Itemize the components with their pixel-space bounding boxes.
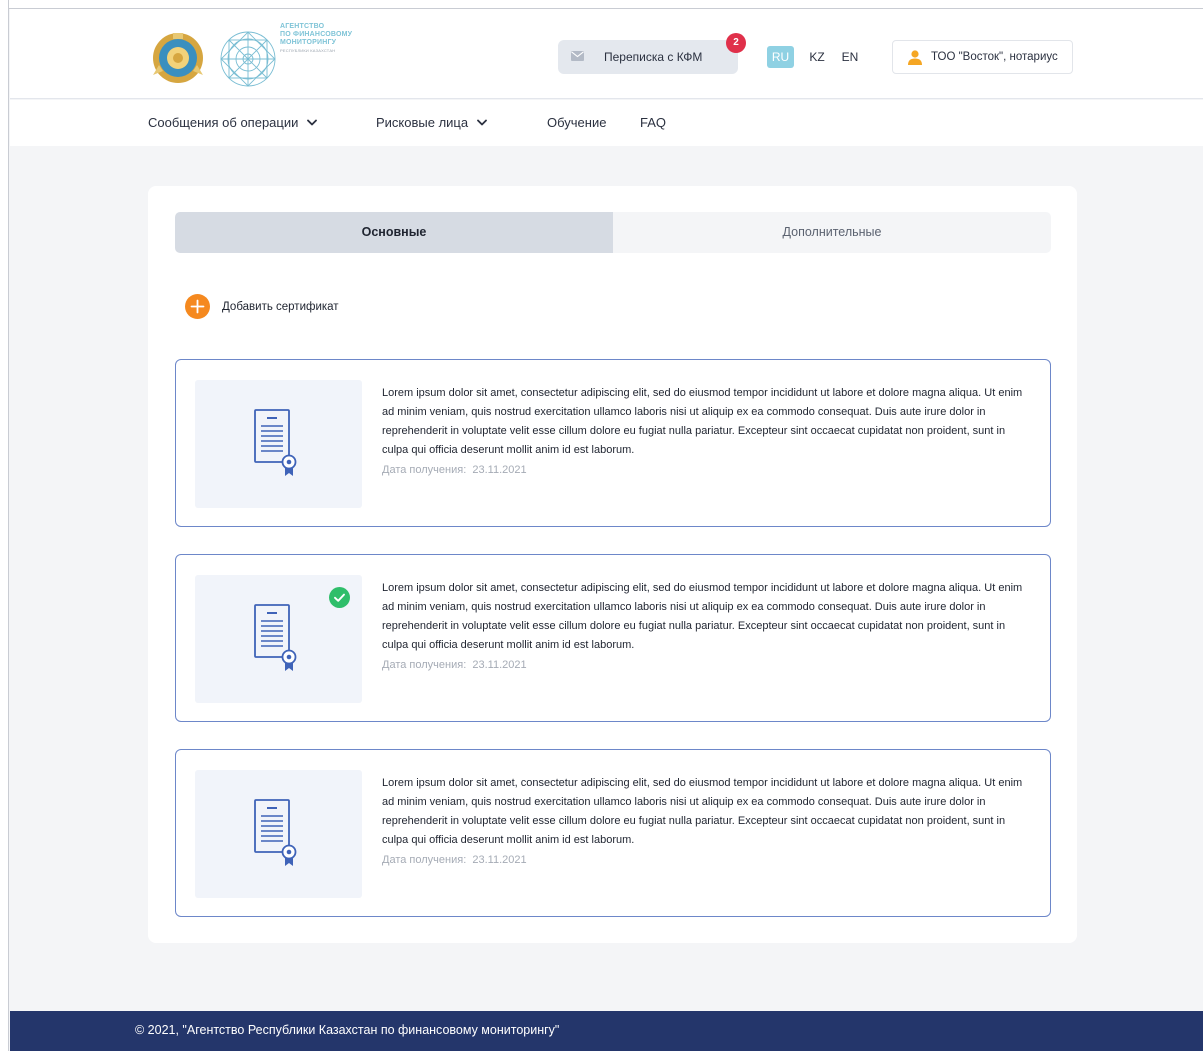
certificate-card[interactable]: Lorem ipsum dolor sit amet, consectetur … — [175, 359, 1051, 527]
plus-circle-icon — [185, 294, 210, 319]
site-footer: © 2021, "Агентство Республики Казахстан … — [10, 1011, 1203, 1051]
certificate-date-value: 23.11.2021 — [472, 464, 527, 476]
site-header: АГЕНТСТВО ПО ФИНАНСОВОМУ МОНИТОРИНГУ РЕС… — [10, 9, 1203, 99]
agency-logo-text: АГЕНТСТВО ПО ФИНАНСОВОМУ МОНИТОРИНГУ РЕС… — [280, 23, 400, 54]
certificate-document-icon — [254, 409, 297, 476]
tab-main[interactable]: Основные — [175, 212, 613, 253]
messages-label: Переписка с КФМ — [604, 50, 703, 64]
add-certificate-label: Добавить сертификат — [222, 300, 339, 313]
nav-item-training[interactable]: Обучение — [547, 115, 606, 130]
add-certificate-button[interactable]: Добавить сертификат — [185, 294, 339, 319]
check-circle-icon — [329, 587, 350, 608]
tab-bar: Основные Дополнительные — [175, 212, 1051, 253]
nav-item-risk-persons[interactable]: Рисковые лица — [376, 115, 488, 130]
certificate-thumbnail — [195, 770, 362, 898]
main-navigation: Сообщения об операции Рисковые лица Обуч… — [10, 100, 1203, 146]
window-frame-top — [0, 0, 1203, 8]
certificate-date-label: Дата получения: — [382, 854, 467, 866]
chevron-down-icon — [307, 119, 318, 126]
messages-button[interactable]: Переписка с КФМ — [558, 40, 738, 74]
user-profile-label: ТОО "Восток", нотариус — [931, 51, 1058, 63]
language-kz-button[interactable]: KZ — [806, 46, 828, 68]
nav-item-label: Обучение — [547, 115, 607, 130]
state-emblem-icon — [153, 33, 203, 83]
certificate-date-value: 23.11.2021 — [472, 854, 527, 866]
certificate-date: Дата получения: 23.11.2021 — [382, 464, 527, 476]
logo-line-2: ПО ФИНАНСОВОМУ — [280, 31, 353, 38]
certificate-thumbnail — [195, 575, 362, 703]
certificate-date-value: 23.11.2021 — [472, 659, 527, 671]
user-profile-button[interactable]: ТОО "Восток", нотариус — [892, 40, 1073, 74]
certificate-date: Дата получения: 23.11.2021 — [382, 659, 527, 671]
agency-rosette-icon — [220, 31, 276, 87]
logo-line-3: МОНИТОРИНГУ — [280, 39, 337, 46]
mail-icon — [571, 51, 584, 61]
nav-item-label: Рисковые лица — [376, 115, 469, 130]
window-frame-left — [0, 0, 9, 1051]
messages-count-badge: 2 — [726, 33, 746, 53]
certificate-thumbnail — [195, 380, 362, 508]
logo-line-1: АГЕНТСТВО — [280, 23, 325, 30]
certificate-card[interactable]: Lorem ipsum dolor sit amet, consectetur … — [175, 749, 1051, 917]
certificate-description: Lorem ipsum dolor sit amet, consectetur … — [382, 582, 1023, 651]
certificate-date: Дата получения: 23.11.2021 — [382, 854, 527, 866]
nav-item-label: Сообщения об операции — [148, 115, 299, 130]
tab-additional[interactable]: Дополнительные — [613, 212, 1051, 253]
certificate-description: Lorem ipsum dolor sit amet, consectetur … — [382, 387, 1023, 456]
certificates-panel: Основные Дополнительные Добавить сертифи… — [148, 186, 1077, 943]
certificate-document-icon — [254, 604, 297, 671]
certificate-description: Lorem ipsum dolor sit amet, consectetur … — [382, 777, 1023, 846]
nav-item-operation-messages[interactable]: Сообщения об операции — [148, 115, 318, 130]
language-ru-button[interactable]: RU — [767, 46, 794, 68]
certificate-date-label: Дата получения: — [382, 659, 467, 671]
user-icon — [908, 50, 922, 65]
certificate-document-icon — [254, 799, 297, 866]
footer-copyright: © 2021, "Агентство Республики Казахстан … — [135, 1023, 560, 1037]
certificate-card[interactable]: Lorem ipsum dolor sit amet, consectetur … — [175, 554, 1051, 722]
nav-item-faq[interactable]: FAQ — [640, 115, 666, 130]
language-en-button[interactable]: EN — [839, 46, 861, 68]
certificate-date-label: Дата получения: — [382, 464, 467, 476]
chevron-down-icon — [477, 119, 488, 126]
nav-item-label: FAQ — [640, 115, 667, 130]
logo-subtitle: РЕСПУБЛИКИ КАЗАХСТАН — [280, 48, 336, 53]
